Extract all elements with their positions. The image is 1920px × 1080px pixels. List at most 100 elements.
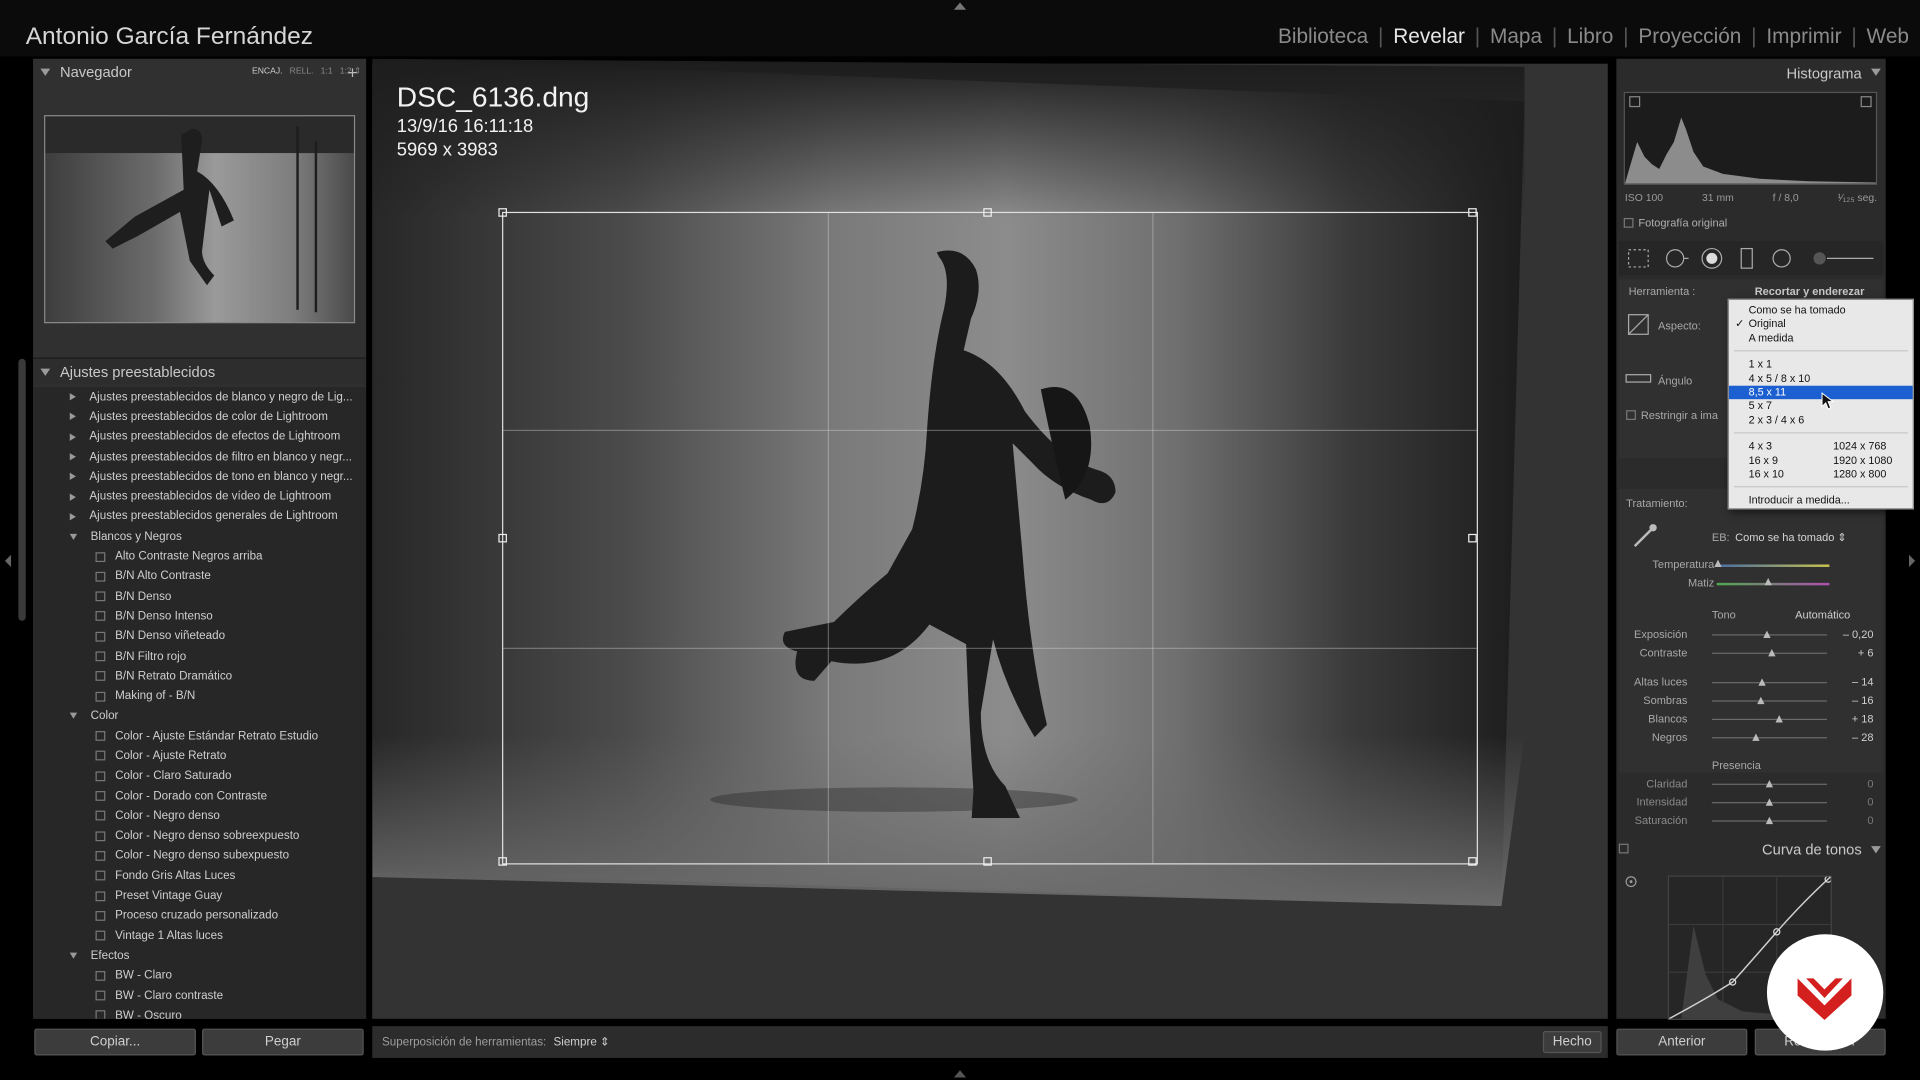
preset-folder[interactable]: Ajustes preestablecidos de blanco y negr…: [33, 387, 366, 407]
crop-handle-bottom[interactable]: [983, 857, 992, 866]
slider-value[interactable]: – 28: [1827, 731, 1873, 743]
slider-thumb[interactable]: [1765, 780, 1774, 788]
radial-filter-icon[interactable]: [1772, 249, 1791, 268]
slider-value[interactable]: – 16: [1827, 694, 1873, 706]
copy-settings-button[interactable]: Copiar...: [34, 1028, 196, 1056]
preset-folder[interactable]: Ajustes preestablecidos generales de Lig…: [33, 507, 366, 527]
aspect-menu-item[interactable]: 1 x 1: [1729, 358, 1913, 371]
collapse-triangle-icon[interactable]: [40, 367, 51, 376]
slider-value[interactable]: – 0,20: [1827, 628, 1874, 640]
histogram[interactable]: [1623, 91, 1878, 185]
preset-item[interactable]: Color - Negro denso subexpuesto: [33, 846, 366, 866]
tint-thumb[interactable]: [1764, 577, 1772, 586]
aspect-menu-item[interactable]: 4 x 5 / 8 x 10: [1729, 372, 1913, 385]
slider-thumb[interactable]: [1774, 715, 1783, 723]
collapse-top-icon[interactable]: [953, 2, 967, 10]
navigator-preview[interactable]: [44, 115, 356, 324]
spot-removal-icon[interactable]: [1665, 249, 1689, 268]
slider-thumb[interactable]: [1763, 630, 1771, 638]
preset-item[interactable]: Alto Contraste Negros arriba: [33, 547, 366, 567]
preset-item[interactable]: B/N Denso Intenso: [33, 606, 366, 626]
previous-settings-button[interactable]: Anterior: [1616, 1028, 1748, 1056]
zoom-fill[interactable]: RELL.: [290, 67, 314, 76]
preset-item[interactable]: Color - Negro denso sobreexpuesto: [33, 826, 366, 846]
tone-curve-header[interactable]: Curva de tonos: [1616, 838, 1885, 862]
preset-item[interactable]: Making of - B/N: [33, 686, 366, 706]
slider-thumb[interactable]: [1765, 798, 1774, 806]
preset-folder[interactable]: Ajustes preestablecidos de tono en blanc…: [33, 467, 366, 487]
crop-overlay[interactable]: [498, 208, 1478, 866]
preset-folder[interactable]: Color: [33, 706, 366, 726]
crop-handle-bottom-left[interactable]: [498, 857, 507, 866]
slider-thumb[interactable]: [1751, 733, 1760, 741]
disclosure-triangle-icon[interactable]: [69, 713, 78, 720]
checkbox[interactable]: [1626, 410, 1636, 421]
preset-item[interactable]: BW - Oscuro: [33, 1006, 366, 1019]
disclosure-triangle-icon[interactable]: [69, 433, 76, 441]
slider-track[interactable]: [1711, 700, 1827, 702]
checkbox[interactable]: [1623, 217, 1634, 228]
aspect-menu-item[interactable]: A medida: [1729, 332, 1913, 345]
preset-item[interactable]: BW - Claro: [33, 966, 366, 986]
slider-value[interactable]: – 14: [1827, 676, 1873, 688]
preset-item[interactable]: Color - Claro Saturado: [33, 766, 366, 786]
slider-thumb[interactable]: [1768, 648, 1776, 657]
temperature-thumb[interactable]: [1714, 559, 1722, 567]
disclosure-triangle-icon[interactable]: [69, 493, 76, 501]
straighten-tool-icon[interactable]: [1625, 371, 1652, 386]
disclosure-triangle-icon[interactable]: [69, 533, 78, 540]
aspect-menu-item[interactable]: Introducir a medida...: [1729, 494, 1913, 507]
preset-item[interactable]: Fondo Gris Altas Luces: [33, 866, 366, 886]
slider-thumb[interactable]: [1765, 816, 1774, 825]
left-scrollbar[interactable]: [18, 358, 26, 621]
auto-tone-button[interactable]: Automático: [1795, 609, 1850, 621]
slider-track[interactable]: [1711, 737, 1827, 739]
slider-value[interactable]: + 18: [1827, 713, 1874, 725]
preset-item[interactable]: B/N Filtro rojo: [33, 646, 366, 666]
preset-folder[interactable]: Blancos y Negros: [33, 527, 366, 547]
aspect-menu-item[interactable]: 2 x 3 / 4 x 6: [1729, 414, 1913, 427]
disclosure-triangle-icon[interactable]: [69, 952, 78, 959]
red-eye-icon[interactable]: [1701, 247, 1723, 269]
disclosure-triangle-icon[interactable]: [69, 413, 76, 421]
crop-handle-right[interactable]: [1468, 533, 1477, 543]
preset-item[interactable]: B/N Denso: [33, 586, 366, 606]
slider-value[interactable]: + 6: [1827, 647, 1874, 659]
preset-item[interactable]: Color - Ajuste Estándar Retrato Estudio: [33, 726, 366, 746]
graduated-filter-icon[interactable]: [1740, 247, 1753, 269]
white-balance-picker-icon[interactable]: [1631, 523, 1658, 550]
preset-item[interactable]: Color - Dorado con Contraste: [33, 786, 366, 806]
disclosure-triangle-icon[interactable]: [69, 453, 76, 461]
slider-value[interactable]: 0: [1827, 778, 1873, 790]
module-proyeccin[interactable]: Proyección: [1638, 24, 1741, 47]
disclosure-triangle-icon[interactable]: [69, 393, 76, 401]
tint-slider[interactable]: [1716, 582, 1830, 586]
slider-thumb[interactable]: [1758, 678, 1767, 686]
aspect-menu-item[interactable]: ✓ Original: [1729, 318, 1913, 331]
preset-folder[interactable]: Ajustes preestablecidos de efectos de Li…: [33, 427, 366, 447]
panel-toggle-checkbox[interactable]: [1618, 843, 1629, 854]
temperature-slider[interactable]: [1716, 564, 1830, 567]
done-button[interactable]: Hecho: [1542, 1031, 1602, 1054]
preset-item[interactable]: Proceso cruzado personalizado: [33, 906, 366, 926]
module-mapa[interactable]: Mapa: [1490, 24, 1542, 47]
tone-curve-collapse-icon[interactable]: [1871, 846, 1881, 854]
preset-folder[interactable]: Ajustes preestablecidos de vídeo de Ligh…: [33, 487, 366, 507]
crop-handle-top-right[interactable]: [1468, 208, 1477, 217]
tool-overlay-select[interactable]: Siempre ⇕: [553, 1036, 609, 1049]
preset-item[interactable]: B/N Alto Contraste: [33, 567, 366, 587]
preset-item[interactable]: Vintage 1 Altas luces: [33, 926, 366, 946]
module-web[interactable]: Web: [1867, 24, 1909, 47]
preset-folder[interactable]: Ajustes preestablecidos de color de Ligh…: [33, 407, 366, 427]
paste-settings-button[interactable]: Pegar: [202, 1028, 364, 1056]
module-libro[interactable]: Libro: [1567, 24, 1613, 47]
collapse-bottom-icon[interactable]: [953, 1070, 967, 1078]
disclosure-triangle-icon[interactable]: [69, 473, 76, 481]
module-imprimir[interactable]: Imprimir: [1766, 24, 1841, 47]
constrain-toggle[interactable]: Restringir a ima: [1626, 409, 1718, 421]
zoom-1-1[interactable]: 1:1: [321, 67, 333, 76]
module-revelar[interactable]: Revelar: [1393, 24, 1465, 47]
crop-handle-left[interactable]: [498, 533, 507, 543]
preset-item[interactable]: BW - Claro contraste: [33, 986, 366, 1006]
collapse-triangle-icon[interactable]: [40, 68, 51, 76]
